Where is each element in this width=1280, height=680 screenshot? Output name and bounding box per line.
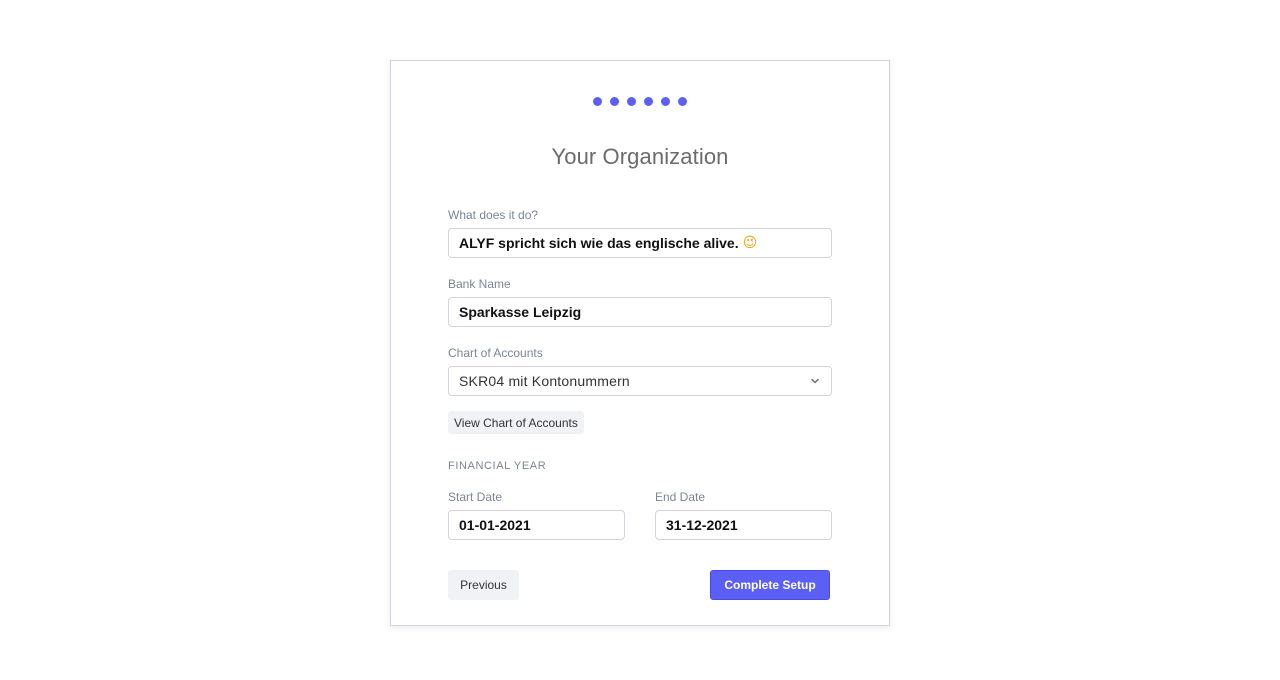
start-date-input[interactable]: 01-01-2021 [448,510,625,540]
start-date-label: Start Date [448,490,503,504]
description-value: ALYF spricht sich wie das englische aliv… [459,235,739,251]
step-indicator [391,97,889,106]
start-date-value: 01-01-2021 [459,517,531,533]
description-label: What does it do? [448,208,539,222]
wink-emoji-icon: 😉 [742,235,758,251]
step-dot-6 [678,97,687,106]
end-date-value: 31-12-2021 [666,517,738,533]
complete-setup-button[interactable]: Complete Setup [710,570,830,600]
chart-of-accounts-label: Chart of Accounts [448,346,543,360]
end-date-input[interactable]: 31-12-2021 [655,510,832,540]
page-title: Your Organization [551,144,729,169]
financial-year-heading: FINANCIAL YEAR [448,460,547,472]
chart-of-accounts-select[interactable]: SKR04 mit Kontonummern [448,366,832,396]
end-date-label: End Date [655,490,706,504]
step-dot-1 [593,97,602,106]
view-chart-of-accounts-button[interactable]: View Chart of Accounts [448,411,584,434]
bank-name-label: Bank Name [448,277,511,291]
setup-wizard-card: Your Organization What does it do? ALYF … [390,60,890,626]
step-dot-5 [661,97,670,106]
bank-name-input[interactable]: Sparkasse Leipzig [448,297,832,327]
step-dot-3 [627,97,636,106]
description-input[interactable]: ALYF spricht sich wie das englische aliv… [448,228,832,258]
step-dot-2 [610,97,619,106]
chevron-down-icon [811,378,819,384]
previous-button[interactable]: Previous [448,570,519,600]
bank-name-value: Sparkasse Leipzig [459,304,582,320]
step-dot-4 [644,97,653,106]
chart-of-accounts-value: SKR04 mit Kontonummern [459,373,630,389]
